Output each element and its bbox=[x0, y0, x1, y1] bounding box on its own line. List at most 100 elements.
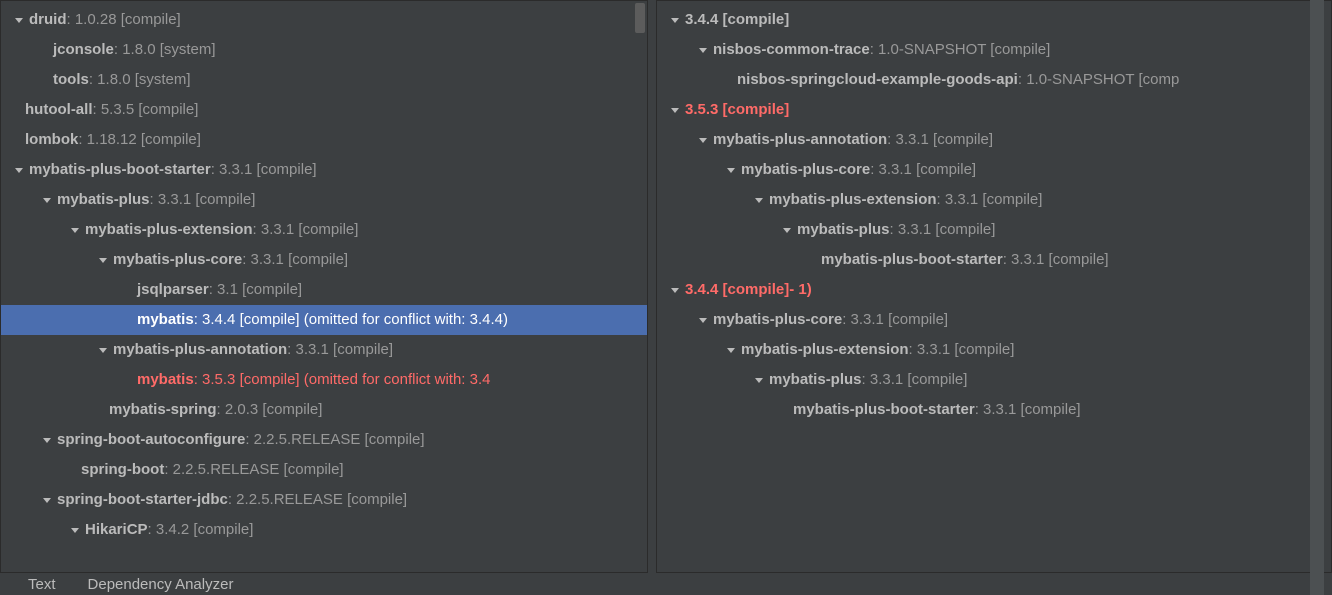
expand-arrow-icon[interactable] bbox=[753, 374, 765, 386]
dependency-version: : 1.0-SNAPSHOT [comp bbox=[1018, 65, 1179, 95]
tree-row[interactable]: 3.4.4 [compile] - 1) bbox=[657, 275, 1331, 305]
tree-row[interactable]: mybatis-plus : 3.3.1 [compile] bbox=[657, 365, 1331, 395]
dependency-name: mybatis-plus-boot-starter bbox=[793, 395, 975, 425]
tree-row[interactable]: mybatis-plus-core : 3.3.1 [compile] bbox=[1, 245, 647, 275]
dependency-version: : 1.8.0 [system] bbox=[89, 65, 191, 95]
tree-row[interactable]: mybatis : 3.5.3 [compile] (omitted for c… bbox=[1, 365, 647, 395]
expand-arrow-icon[interactable] bbox=[669, 14, 681, 26]
dependency-version: : 3.3.1 [compile] bbox=[211, 155, 317, 185]
dependency-version: : 3.3.1 [compile] bbox=[862, 365, 968, 395]
tree-row[interactable]: mybatis-plus-extension : 3.3.1 [compile] bbox=[1, 215, 647, 245]
dependency-version: : 3.3.1 [compile] bbox=[842, 305, 948, 335]
tree-row[interactable]: mybatis-plus-boot-starter : 3.3.1 [compi… bbox=[657, 245, 1331, 275]
dependency-name: spring-boot-starter-jdbc bbox=[57, 485, 228, 515]
dependency-name: mybatis-plus-annotation bbox=[113, 335, 287, 365]
dependency-name: mybatis-plus-annotation bbox=[713, 125, 887, 155]
dependency-name: mybatis-plus bbox=[797, 215, 890, 245]
dependency-version: : 2.2.5.RELEASE [compile] bbox=[164, 455, 343, 485]
dependency-version: : 2.2.5.RELEASE [compile] bbox=[228, 485, 407, 515]
tree-row[interactable]: mybatis-plus-boot-starter : 3.3.1 [compi… bbox=[1, 155, 647, 185]
tree-row[interactable]: mybatis-plus : 3.3.1 [compile] bbox=[1, 185, 647, 215]
dependency-name: spring-boot-autoconfigure bbox=[57, 425, 245, 455]
tree-row[interactable]: hutool-all : 5.3.5 [compile] bbox=[1, 95, 647, 125]
tree-row[interactable]: mybatis-plus-annotation : 3.3.1 [compile… bbox=[1, 335, 647, 365]
tab-text[interactable]: Text bbox=[28, 576, 56, 593]
expand-arrow-icon[interactable] bbox=[725, 164, 737, 176]
tree-row[interactable]: mybatis-plus-extension : 3.3.1 [compile] bbox=[657, 185, 1331, 215]
expand-arrow-icon[interactable] bbox=[69, 224, 81, 236]
tree-row[interactable]: tools : 1.8.0 [system] bbox=[1, 65, 647, 95]
footer-tabs: Text Dependency Analyzer bbox=[0, 573, 1332, 595]
dependency-version: : 3.5.3 [compile] (omitted for conflict … bbox=[194, 365, 491, 395]
dependency-name: 3.4.4 [compile] bbox=[685, 5, 789, 35]
tree-row[interactable]: HikariCP : 3.4.2 [compile] bbox=[1, 515, 647, 545]
tree-row[interactable]: mybatis-plus-annotation : 3.3.1 [compile… bbox=[657, 125, 1331, 155]
dependency-version: : 5.3.5 [compile] bbox=[93, 95, 199, 125]
tab-dependency-analyzer[interactable]: Dependency Analyzer bbox=[88, 576, 234, 593]
expand-arrow-icon[interactable] bbox=[697, 44, 709, 56]
expand-arrow-icon[interactable] bbox=[97, 344, 109, 356]
expand-arrow-icon[interactable] bbox=[69, 524, 81, 536]
dependency-version: : 3.3.1 [compile] bbox=[975, 395, 1081, 425]
expand-arrow-icon[interactable] bbox=[97, 254, 109, 266]
dependency-name: nisbos-springcloud-example-goods-api bbox=[737, 65, 1018, 95]
tree-row[interactable]: jsqlparser : 3.1 [compile] bbox=[1, 275, 647, 305]
dependency-version: : 3.3.1 [compile] bbox=[253, 215, 359, 245]
dependency-name: mybatis-plus-core bbox=[113, 245, 242, 275]
dependency-name: tools bbox=[53, 65, 89, 95]
dependency-version: : 3.3.1 [compile] bbox=[150, 185, 256, 215]
dependency-version: : 3.3.1 [compile] bbox=[287, 335, 393, 365]
dependency-version: : 3.4.2 [compile] bbox=[148, 515, 254, 545]
tree-row[interactable]: mybatis-plus-extension : 3.3.1 [compile] bbox=[657, 335, 1331, 365]
expand-arrow-icon[interactable] bbox=[41, 434, 53, 446]
tree-row[interactable]: druid : 1.0.28 [compile] bbox=[1, 5, 647, 35]
dependency-name: mybatis-plus-core bbox=[741, 155, 870, 185]
dependency-name: lombok bbox=[25, 125, 78, 155]
expand-arrow-icon[interactable] bbox=[697, 314, 709, 326]
tree-row[interactable]: mybatis : 3.4.4 [compile] (omitted for c… bbox=[1, 305, 647, 335]
tree-row[interactable]: 3.4.4 [compile] bbox=[657, 5, 1331, 35]
dependency-name: jconsole bbox=[53, 35, 114, 65]
dependency-version: : 3.3.1 [compile] bbox=[890, 215, 996, 245]
expand-arrow-icon[interactable] bbox=[13, 164, 25, 176]
left-dependency-tree-panel[interactable]: druid : 1.0.28 [compile]jconsole : 1.8.0… bbox=[0, 0, 648, 573]
tree-row[interactable]: spring-boot : 2.2.5.RELEASE [compile] bbox=[1, 455, 647, 485]
tree-row[interactable]: nisbos-springcloud-example-goods-api : 1… bbox=[657, 65, 1331, 95]
dependency-version: : 1.0.28 [compile] bbox=[67, 5, 181, 35]
expand-arrow-icon[interactable] bbox=[753, 194, 765, 206]
expand-arrow-icon[interactable] bbox=[13, 14, 25, 26]
tree-row[interactable]: mybatis-plus : 3.3.1 [compile] bbox=[657, 215, 1331, 245]
tree-row[interactable]: spring-boot-starter-jdbc : 2.2.5.RELEASE… bbox=[1, 485, 647, 515]
tree-row[interactable]: lombok : 1.18.12 [compile] bbox=[1, 125, 647, 155]
tree-row[interactable]: mybatis-spring : 2.0.3 [compile] bbox=[1, 395, 647, 425]
dependency-version: : 1.0-SNAPSHOT [compile] bbox=[870, 35, 1051, 65]
expand-arrow-icon[interactable] bbox=[669, 104, 681, 116]
expand-arrow-icon[interactable] bbox=[669, 284, 681, 296]
dependency-name: mybatis bbox=[137, 365, 194, 395]
tree-row[interactable]: nisbos-common-trace : 1.0-SNAPSHOT [comp… bbox=[657, 35, 1331, 65]
expand-arrow-icon[interactable] bbox=[781, 224, 793, 236]
tree-row[interactable]: mybatis-plus-boot-starter : 3.3.1 [compi… bbox=[657, 395, 1331, 425]
expand-arrow-icon[interactable] bbox=[41, 494, 53, 506]
dependency-name: mybatis-plus-extension bbox=[85, 215, 253, 245]
expand-arrow-icon[interactable] bbox=[697, 134, 709, 146]
dependency-version: : 2.0.3 [compile] bbox=[217, 395, 323, 425]
tree-row[interactable]: mybatis-plus-core : 3.3.1 [compile] bbox=[657, 305, 1331, 335]
expand-arrow-icon[interactable] bbox=[725, 344, 737, 356]
tree-row[interactable]: spring-boot-autoconfigure : 2.2.5.RELEAS… bbox=[1, 425, 647, 455]
dependency-version: : 3.3.1 [compile] bbox=[870, 155, 976, 185]
window-edge bbox=[1310, 0, 1324, 573]
tree-row[interactable]: jconsole : 1.8.0 [system] bbox=[1, 35, 647, 65]
dependency-version: : 3.3.1 [compile] bbox=[1003, 245, 1109, 275]
dependency-name: druid bbox=[29, 5, 67, 35]
dependency-version: : 3.3.1 [compile] bbox=[909, 335, 1015, 365]
dependency-version: : 3.3.1 [compile] bbox=[887, 125, 993, 155]
scrollbar-thumb[interactable] bbox=[635, 3, 645, 33]
expand-arrow-icon[interactable] bbox=[41, 194, 53, 206]
dependency-version: : 3.3.1 [compile] bbox=[242, 245, 348, 275]
tree-row[interactable]: 3.5.3 [compile] bbox=[657, 95, 1331, 125]
tree-row[interactable]: mybatis-plus-core : 3.3.1 [compile] bbox=[657, 155, 1331, 185]
dependency-name: mybatis-plus-extension bbox=[741, 335, 909, 365]
right-dependency-tree-panel[interactable]: 3.4.4 [compile]nisbos-common-trace : 1.0… bbox=[656, 0, 1332, 573]
dependency-name: mybatis-plus-boot-starter bbox=[821, 245, 1003, 275]
